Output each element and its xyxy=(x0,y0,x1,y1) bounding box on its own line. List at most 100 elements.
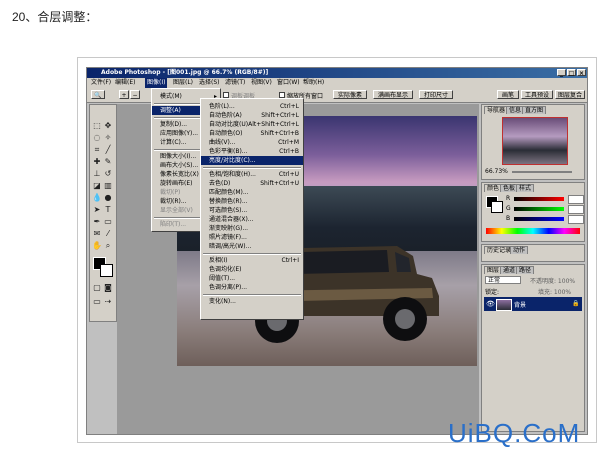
adjust-hue-saturation[interactable]: 色相/饱和度(H)... Ctrl+U xyxy=(201,170,303,179)
navigator-thumbnail[interactable] xyxy=(502,117,568,165)
red-slider[interactable] xyxy=(514,197,564,201)
notes-tool-icon[interactable]: ✉ xyxy=(92,229,102,239)
site-watermark: UiBQ.CoM xyxy=(448,418,581,448)
history-brush-icon[interactable]: ↺ xyxy=(103,169,113,179)
menu-select[interactable]: 选择(S) xyxy=(199,78,220,88)
adjust-submenu: 色阶(L)... Ctrl+L 自动色阶(A) Shift+Ctrl+L 自动对比度… xyxy=(200,98,304,320)
menu-window[interactable]: 窗口(W) xyxy=(277,78,300,88)
gradient-tool-icon[interactable]: ▥ xyxy=(103,181,113,191)
eyedropper-icon[interactable]: ⁄ xyxy=(103,229,113,239)
maximize-button[interactable]: □ xyxy=(567,69,576,77)
adjust-curves[interactable]: 曲线(V)... Ctrl+M xyxy=(201,138,303,147)
menu-image[interactable]: 图像(I) xyxy=(145,78,168,88)
lasso-tool-icon[interactable]: ◌ xyxy=(92,133,102,143)
adjust-equalize[interactable]: 色调均化(E) xyxy=(201,265,303,274)
red-value-field[interactable] xyxy=(568,195,584,204)
zoom-out-icon[interactable]: − xyxy=(130,90,140,99)
menu-view[interactable]: 视图(V) xyxy=(251,78,272,88)
shape-tool-icon[interactable]: ▭ xyxy=(103,217,113,227)
opacity-field[interactable]: 不透明度: 100% xyxy=(530,276,575,285)
color-panel: 颜色 色板 样式 R G B xyxy=(481,182,585,242)
menu-help[interactable]: 帮助(H) xyxy=(303,78,324,88)
healing-brush-icon[interactable]: ✚ xyxy=(92,157,102,167)
tab-paths[interactable]: 路径 xyxy=(516,266,535,274)
zoom-slider[interactable] xyxy=(512,171,572,173)
green-value-field[interactable] xyxy=(568,205,584,214)
move-tool-icon[interactable]: ✥ xyxy=(103,121,113,131)
layer-row-background[interactable]: 👁 背景 🔒 xyxy=(484,297,582,311)
adjust-variations[interactable]: 变化(N)... xyxy=(201,297,303,306)
adjust-replace-color[interactable]: 替换颜色(R)... xyxy=(201,197,303,206)
blue-value-field[interactable] xyxy=(568,215,584,224)
quick-mask-on-icon[interactable]: ◙ xyxy=(103,283,113,293)
adjust-gradient-map[interactable]: 渐变映射(G)... xyxy=(201,224,303,233)
zoom-icon[interactable]: ⌕ xyxy=(103,241,113,251)
adjust-shadow-highlight[interactable]: 暗调/高光(W)... xyxy=(201,242,303,251)
adjust-auto-levels[interactable]: 自动色阶(A) Shift+Ctrl+L xyxy=(201,111,303,120)
actual-pixels-button[interactable]: 实际像素 xyxy=(333,90,367,99)
adjust-photo-filter[interactable]: 照片滤镜(F)... xyxy=(201,233,303,242)
menu-bar: 文件(F) 编辑(E) 图像(I) 图层(L) 选择(S) 滤镜(T) 视图(V… xyxy=(87,78,587,88)
tab-styles[interactable]: 样式 xyxy=(516,184,535,192)
pen-tool-icon[interactable]: ✒ xyxy=(92,217,102,227)
jump-to-icon[interactable]: ⇢ xyxy=(103,297,113,307)
hand-tool-icon[interactable]: ✋ xyxy=(92,241,102,251)
adjust-auto-contrast[interactable]: 自动对比度(U) Alt+Shift+Ctrl+L xyxy=(201,120,303,129)
fill-field[interactable]: 填充: 100% xyxy=(538,287,571,296)
tab-brushes[interactable]: 画笔 xyxy=(497,90,519,99)
step-caption: 20、合层调整： xyxy=(12,10,98,24)
stamp-tool-icon[interactable]: ⊥ xyxy=(92,169,102,179)
background-color-swatch[interactable] xyxy=(100,264,113,277)
fit-screen-button[interactable]: 满画布显示 xyxy=(373,90,413,99)
adjust-threshold[interactable]: 阈值(T)... xyxy=(201,274,303,283)
layer-thumbnail xyxy=(496,299,512,311)
eraser-tool-icon[interactable]: ◪ xyxy=(92,181,102,191)
marquee-tool-icon[interactable]: ⬚ xyxy=(92,121,102,131)
screen-mode-icon[interactable]: ▭ xyxy=(92,297,102,307)
adjust-color-balance[interactable]: 色彩平衡(B)... Ctrl+B xyxy=(201,147,303,156)
slice-tool-icon[interactable]: ╱ xyxy=(103,145,113,155)
channel-b-label: B xyxy=(506,215,511,222)
tab-actions[interactable]: 动作 xyxy=(510,246,529,254)
menu-edit[interactable]: 编辑(E) xyxy=(115,78,135,88)
menu-layer[interactable]: 图层(L) xyxy=(173,78,193,88)
type-tool-icon[interactable]: T xyxy=(103,205,113,215)
adjust-channel-mixer[interactable]: 通道混合器(X)... xyxy=(201,215,303,224)
color-bg-swatch[interactable] xyxy=(491,201,503,213)
window-title: Adobe Photoshop - [图001.jpg @ 66.7% (RGB… xyxy=(101,69,269,76)
close-button[interactable]: × xyxy=(577,69,586,77)
adjust-auto-color[interactable]: 自动颜色(O) Shift+Ctrl+B xyxy=(201,129,303,138)
blend-mode-select[interactable]: 正常 xyxy=(485,276,521,284)
adjust-invert[interactable]: 反相(I) Ctrl+I xyxy=(201,256,303,265)
minimize-button[interactable]: _ xyxy=(557,69,566,77)
adjust-desaturate[interactable]: 去色(D) Shift+Ctrl+U xyxy=(201,179,303,188)
tab-histogram[interactable]: 直方图 xyxy=(522,106,547,114)
print-size-button[interactable]: 打印尺寸 xyxy=(419,90,453,99)
adjust-levels[interactable]: 色阶(L)... Ctrl+L xyxy=(201,102,303,111)
brush-tool-icon[interactable]: ✎ xyxy=(103,157,113,167)
tab-navigator[interactable]: 导航器 xyxy=(484,106,509,114)
layer-name[interactable]: 背景 xyxy=(514,300,526,309)
crop-tool-icon[interactable]: ⌗ xyxy=(92,145,102,155)
blur-tool-icon[interactable]: 💧 xyxy=(92,193,102,203)
zoom-in-icon[interactable]: + xyxy=(119,90,129,99)
tab-layer-comps[interactable]: 图层复合 xyxy=(555,90,585,99)
green-slider[interactable] xyxy=(514,207,564,211)
adjust-posterize[interactable]: 色调分离(P)... xyxy=(201,283,303,292)
color-spectrum-bar[interactable] xyxy=(486,228,580,234)
adjust-selective-color[interactable]: 可选颜色(S)... xyxy=(201,206,303,215)
dodge-tool-icon[interactable]: ● xyxy=(103,193,113,203)
history-panel: 历史记录 动作 xyxy=(481,244,585,262)
tab-tool-presets[interactable]: 工具预设 xyxy=(521,90,553,99)
zoom-tool-icon[interactable]: 🔍 xyxy=(91,90,105,99)
quick-mask-off-icon[interactable]: ▢ xyxy=(92,283,102,293)
blue-slider[interactable] xyxy=(514,217,564,221)
path-select-icon[interactable]: ➤ xyxy=(92,205,102,215)
magic-wand-icon[interactable]: ✧ xyxy=(103,133,113,143)
adjust-brightness-contrast[interactable]: 亮度/对比度(C)... xyxy=(201,156,303,165)
adjust-match-color[interactable]: 匹配颜色(M)... xyxy=(201,188,303,197)
menu-file[interactable]: 文件(F) xyxy=(91,78,111,88)
menu-filter[interactable]: 滤镜(T) xyxy=(225,78,245,88)
eye-icon[interactable]: 👁 xyxy=(486,300,495,308)
channel-g-label: G xyxy=(506,205,511,212)
